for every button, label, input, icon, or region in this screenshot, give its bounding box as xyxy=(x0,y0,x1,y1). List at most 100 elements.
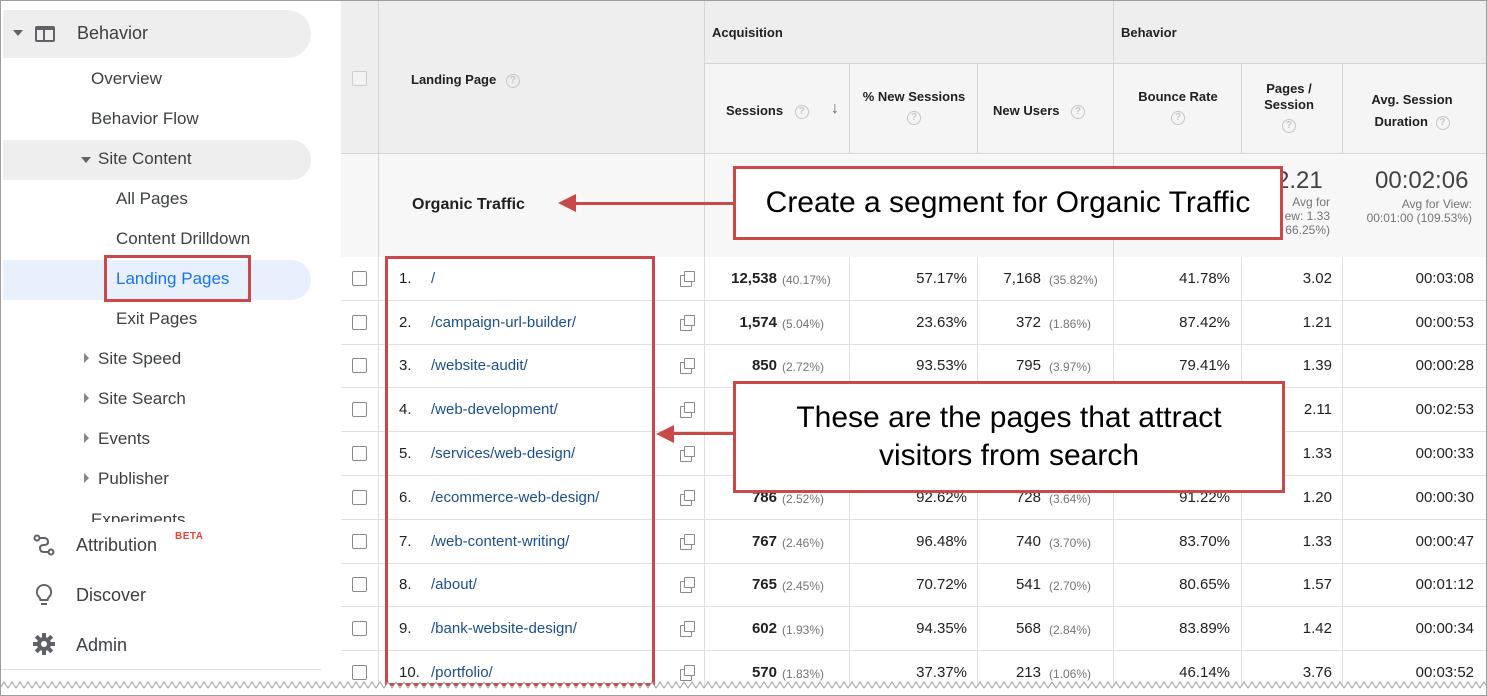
select-all-checkbox[interactable] xyxy=(352,71,367,86)
divider xyxy=(1342,432,1343,476)
group-acquisition: Acquisition xyxy=(712,25,783,40)
new-users-pct: (1.06%) xyxy=(1049,667,1092,682)
divider xyxy=(1342,519,1343,564)
row-checkbox[interactable] xyxy=(352,621,367,637)
row-checkbox[interactable] xyxy=(352,402,367,418)
open-external-icon[interactable] xyxy=(680,533,695,550)
open-external-icon[interactable] xyxy=(680,402,695,419)
nav-behavior-flow[interactable]: Behavior Flow xyxy=(91,109,199,129)
nav-all-pages[interactable]: All Pages xyxy=(116,189,188,209)
caret-down-icon xyxy=(13,30,23,36)
col-avg-duration[interactable]: Avg. Session Duration ? xyxy=(1356,89,1468,133)
discover-icon xyxy=(35,583,53,605)
col-new-users[interactable]: New Users ? xyxy=(993,103,1086,119)
open-external-icon[interactable] xyxy=(680,446,695,463)
help-icon[interactable]: ? xyxy=(907,110,921,125)
divider xyxy=(378,563,379,608)
divider xyxy=(849,257,850,301)
col-landing-page[interactable]: Landing Page ? xyxy=(411,72,520,88)
nav-site-speed[interactable]: Site Speed xyxy=(98,349,181,369)
sort-descending-icon[interactable]: ↓ xyxy=(831,100,839,118)
divider xyxy=(704,476,705,520)
sessions-pct: (2.45%) xyxy=(782,579,825,594)
nav-site-search[interactable]: Site Search xyxy=(98,389,186,409)
avg-duration-value: 00:00:53 xyxy=(1415,313,1474,331)
divider xyxy=(1241,63,1242,153)
row-checkbox[interactable] xyxy=(352,314,367,330)
torn-edge xyxy=(0,681,1487,696)
total-avg-duration: 00:02:06 xyxy=(1375,167,1469,194)
divider xyxy=(1241,257,1242,301)
sessions-value: 12,538 xyxy=(731,269,777,287)
divider xyxy=(704,563,705,608)
row-checkbox[interactable] xyxy=(352,489,367,505)
cell-sessions: 767 xyxy=(706,533,777,550)
callout-segment: Create a segment for Organic Traffic xyxy=(733,166,1283,240)
open-external-icon[interactable] xyxy=(680,314,695,331)
sessions-value: 765 xyxy=(751,576,777,594)
new-users-pct: (35.82%) xyxy=(1049,272,1098,287)
nav-content-drilldown[interactable]: Content Drilldown xyxy=(116,229,250,249)
new-users-value: 541 xyxy=(1015,576,1041,594)
nav-exit-pages[interactable]: Exit Pages xyxy=(116,309,197,329)
caret-right-icon xyxy=(84,433,89,443)
nav-admin[interactable]: Admin xyxy=(1,628,321,664)
help-icon[interactable]: ? xyxy=(1435,115,1450,130)
cell-sessions: 570 xyxy=(706,664,777,681)
pages-session-value: 3.76 xyxy=(1302,664,1332,682)
col-pages-session[interactable]: Pages / Session ? xyxy=(1252,81,1326,133)
nav-site-content[interactable]: Site Content xyxy=(98,149,192,169)
cell-sessions: 12,538 xyxy=(706,270,777,287)
row-checkbox[interactable] xyxy=(352,665,367,681)
sessions-pct: (2.52%) xyxy=(782,491,825,506)
cell-sessions: 850 xyxy=(706,357,777,374)
bounce-rate-value: 87.42% xyxy=(1179,313,1230,331)
avg-duration-value: 00:00:30 xyxy=(1415,488,1474,506)
divider xyxy=(1342,388,1343,433)
row-checkbox[interactable] xyxy=(352,358,367,374)
nav-discover-label: Discover xyxy=(76,585,147,605)
avg-duration-value: 00:01:12 xyxy=(1415,576,1474,594)
nav-publisher[interactable]: Publisher xyxy=(98,469,169,489)
row-checkbox[interactable] xyxy=(352,577,367,593)
callout-arrow-head xyxy=(558,194,576,212)
row-checkbox[interactable] xyxy=(352,446,367,462)
open-external-icon[interactable] xyxy=(680,577,695,594)
help-icon[interactable]: ? xyxy=(1282,118,1296,133)
nav-events[interactable]: Events xyxy=(98,429,150,449)
divider xyxy=(977,607,978,652)
help-icon[interactable]: ? xyxy=(1071,104,1086,119)
sessions-pct: (2.72%) xyxy=(782,360,825,375)
sessions-value: 602 xyxy=(751,620,777,638)
help-icon[interactable]: ? xyxy=(505,73,520,88)
divider xyxy=(1342,476,1343,520)
nav-attribution[interactable]: Attribution BETA xyxy=(1,528,321,564)
open-external-icon[interactable] xyxy=(680,621,695,638)
pages-session-value: 1.42 xyxy=(1302,620,1332,638)
open-external-icon[interactable] xyxy=(680,489,695,506)
new-users-value: 740 xyxy=(1015,532,1041,550)
help-icon[interactable]: ? xyxy=(1171,110,1185,125)
nav-overview[interactable]: Overview xyxy=(91,69,162,89)
row-checkbox[interactable] xyxy=(352,270,367,286)
new-users-value: 213 xyxy=(1015,664,1041,682)
col-bounce-rate[interactable]: Bounce Rate ? xyxy=(1115,89,1241,125)
col-new-sessions-label: % New Sessions xyxy=(862,89,966,104)
col-new-sessions[interactable]: % New Sessions ? xyxy=(851,89,977,125)
bounce-rate-value: 80.65% xyxy=(1179,576,1230,594)
nav-discover[interactable]: Discover xyxy=(1,578,321,614)
cell-sessions: 1,574 xyxy=(706,314,777,331)
divider xyxy=(704,1,705,257)
divider xyxy=(704,257,705,301)
total-avg-duration-avg-line2: 00:01:00 (109.53%) xyxy=(1366,211,1472,225)
open-external-icon[interactable] xyxy=(680,358,695,375)
nav-experiments[interactable]: Experiments xyxy=(91,510,185,522)
row-checkbox[interactable] xyxy=(352,533,367,549)
help-icon[interactable]: ? xyxy=(794,104,809,119)
nav-behavior[interactable]: Behavior xyxy=(3,10,311,58)
col-sessions[interactable]: Sessions ? xyxy=(726,103,809,119)
beta-badge: BETA xyxy=(175,531,204,542)
sidebar: Behavior Overview Behavior Flow Site Con… xyxy=(1,1,341,695)
open-external-icon[interactable] xyxy=(680,270,695,287)
callout-pages-line2: visitors from search xyxy=(878,439,1140,472)
